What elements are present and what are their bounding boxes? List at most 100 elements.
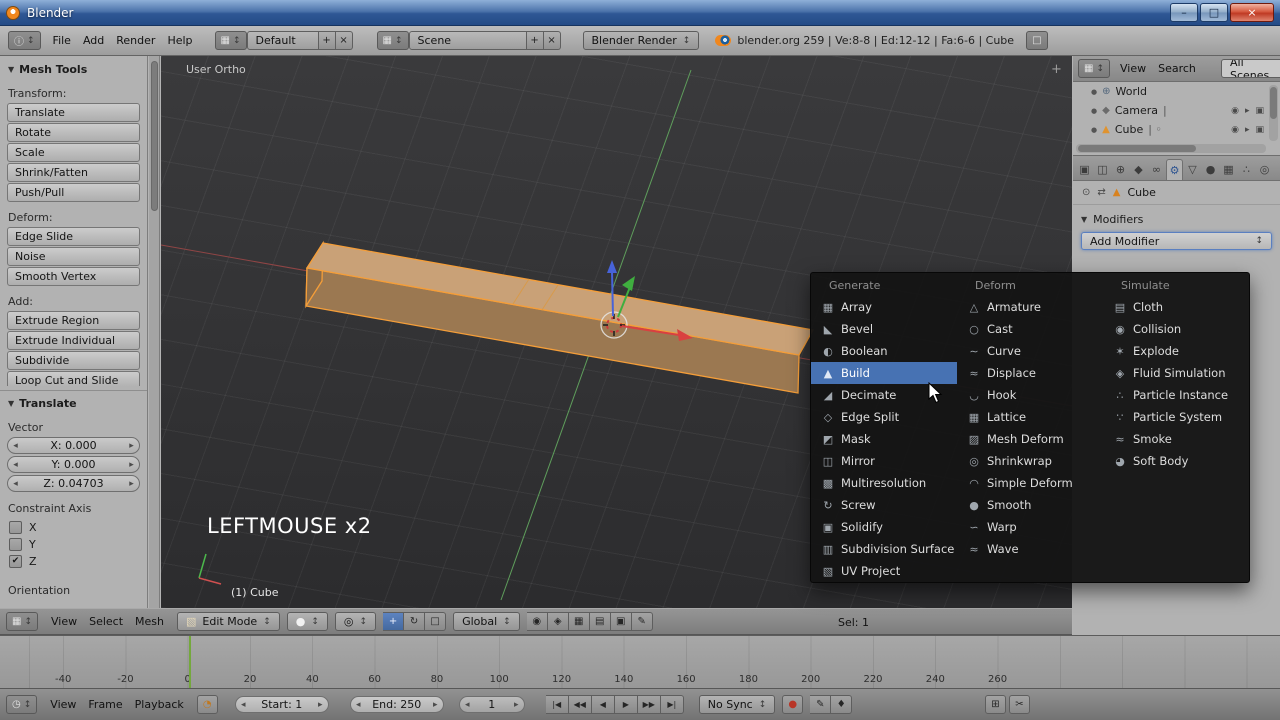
- mesh-tools-panel-header[interactable]: ▼ Mesh Tools: [0, 58, 147, 79]
- screen-browse-button[interactable]: ▦ ↕: [214, 31, 247, 50]
- copy-screen-button[interactable]: ⊞: [985, 695, 1006, 714]
- outliner-item-camera[interactable]: ● ◆ Camera | ◉ ▸ ▣: [1073, 101, 1280, 120]
- constraint-axis-z[interactable]: ✔ Z: [9, 555, 138, 568]
- preview-range-button[interactable]: ◔: [196, 695, 218, 714]
- menu-item-displace[interactable]: ≈ Displace: [957, 362, 1103, 384]
- sync-dropdown[interactable]: No Sync ↕: [698, 695, 776, 714]
- menu-item-curve[interactable]: ∼ Curve: [957, 340, 1103, 362]
- tool-button[interactable]: Extrude Individual: [7, 331, 140, 350]
- restrict-select-icon[interactable]: ▸: [1245, 106, 1250, 116]
- increment-icon[interactable]: ▸: [313, 700, 328, 710]
- restrict-visibility-icon[interactable]: ◉: [1231, 106, 1239, 116]
- shading-dropdown[interactable]: ● ↕: [286, 612, 328, 631]
- menu-item-build[interactable]: ▲ Build: [811, 362, 957, 384]
- menu[interactable]: Mesh: [129, 615, 170, 628]
- outliner-item-cube[interactable]: ● ▲ Cube | ◦ ◉ ▸ ▣: [1073, 120, 1280, 139]
- occlude-geometry-button[interactable]: ▤: [589, 612, 611, 631]
- increment-icon[interactable]: ▸: [124, 460, 139, 470]
- tool-button[interactable]: Push/Pull: [7, 183, 140, 202]
- play-reverse-button[interactable]: ◀: [591, 695, 615, 714]
- scene-add-button[interactable]: +: [526, 31, 544, 50]
- menu[interactable]: Search: [1152, 62, 1202, 75]
- scene-delete-button[interactable]: ×: [543, 31, 561, 50]
- increment-icon[interactable]: ▸: [124, 479, 139, 489]
- tool-button[interactable]: Extrude Region: [7, 311, 140, 330]
- menu-item-bevel[interactable]: ◣ Bevel: [811, 318, 957, 340]
- window-duplicate-button[interactable]: □: [1026, 31, 1048, 50]
- editor-type-button[interactable]: ▦ ↕: [1078, 59, 1110, 78]
- menu-item-particle-system[interactable]: ∵ Particle System: [1103, 406, 1249, 428]
- menu[interactable]: Frame: [82, 698, 128, 711]
- menu-item-edge-split[interactable]: ◇ Edge Split: [811, 406, 957, 428]
- increment-icon[interactable]: ▸: [428, 700, 443, 710]
- render-opengl-button[interactable]: ▣: [610, 612, 632, 631]
- tool-button[interactable]: Loop Cut and Slide: [7, 371, 140, 386]
- mode-dropdown[interactable]: ▧ Edit Mode ↕: [177, 612, 280, 631]
- tool-button[interactable]: Edge Slide: [7, 227, 140, 246]
- restrict-render-icon[interactable]: ▣: [1255, 106, 1264, 116]
- menu-item-cloth[interactable]: ▤ Cloth: [1103, 296, 1249, 318]
- restrict-render-icon[interactable]: ▣: [1255, 125, 1264, 135]
- expand-icon[interactable]: ●: [1091, 107, 1097, 115]
- render-opengl-anim-button[interactable]: ✎: [631, 612, 653, 631]
- menu-item-particle-instance[interactable]: ∴ Particle Instance: [1103, 384, 1249, 406]
- next-keyframe-button[interactable]: ▶▶: [637, 695, 661, 714]
- screen-add-button[interactable]: +: [318, 31, 336, 50]
- menu-item-hook[interactable]: ◡ Hook: [957, 384, 1103, 406]
- menu-item-boolean[interactable]: ◐ Boolean: [811, 340, 957, 362]
- restrict-visibility-icon[interactable]: ◉: [1231, 125, 1239, 135]
- scene-name-field[interactable]: Scene: [408, 31, 527, 50]
- render-tab[interactable]: ▣: [1076, 159, 1093, 180]
- pivot-dropdown[interactable]: ◎ ↕: [334, 612, 377, 631]
- vector-x-field[interactable]: ◂ X: 0.000 ▸: [7, 437, 140, 454]
- decrement-icon[interactable]: ◂: [8, 479, 23, 489]
- insert-keyframe-button[interactable]: ♦: [831, 695, 853, 714]
- scrollbar-thumb[interactable]: [1270, 87, 1277, 119]
- menu-item-wave[interactable]: ≈ Wave: [957, 538, 1103, 560]
- menu-item-shrinkwrap[interactable]: ◎ Shrinkwrap: [957, 450, 1103, 472]
- scene-browse-button[interactable]: ▦ ↕: [376, 31, 409, 50]
- menu-item-warp[interactable]: ∽ Warp: [957, 516, 1103, 538]
- menu-item-explode[interactable]: ✶ Explode: [1103, 340, 1249, 362]
- operator-panel-header[interactable]: ▼ Translate: [0, 390, 147, 413]
- menu-item-mask[interactable]: ◩ Mask: [811, 428, 957, 450]
- manipulator-scale-button[interactable]: □: [425, 612, 447, 631]
- end-frame-field[interactable]: ◂ End: 250 ▸: [349, 696, 444, 713]
- auto-keyframe-record-button[interactable]: ●: [782, 695, 804, 714]
- current-frame-playhead[interactable]: [189, 636, 191, 688]
- menu[interactable]: View: [1114, 62, 1152, 75]
- jump-to-start-button[interactable]: |◀: [545, 695, 569, 714]
- tool-button[interactable]: Scale: [7, 143, 140, 162]
- scrollbar-thumb[interactable]: [151, 61, 158, 211]
- material-tab[interactable]: ●: [1202, 159, 1219, 180]
- particles-tab[interactable]: ∴: [1238, 159, 1255, 180]
- expand-icon[interactable]: ●: [1091, 88, 1097, 96]
- menu[interactable]: Playback: [129, 698, 190, 711]
- menu[interactable]: View: [44, 698, 82, 711]
- decrement-icon[interactable]: ◂: [8, 460, 23, 470]
- decrement-icon[interactable]: ◂: [236, 700, 251, 710]
- window-titlebar[interactable]: Blender – □ ×: [0, 0, 1280, 26]
- menu-item-decimate[interactable]: ◢ Decimate: [811, 384, 957, 406]
- scrollbar-thumb[interactable]: [1078, 145, 1196, 152]
- tool-button[interactable]: Subdivide: [7, 351, 140, 370]
- object-data-tab[interactable]: ▽: [1184, 159, 1201, 180]
- increment-icon[interactable]: ▸: [124, 441, 139, 451]
- modifiers-tab[interactable]: ⚙: [1166, 159, 1183, 180]
- outliner-item-world[interactable]: ● ⊕ World: [1073, 82, 1280, 101]
- timeline-ruler[interactable]: -40 -20 0 20 40 60 80 100 120 140 160 180 200 220 240 2…: [0, 635, 1280, 688]
- play-button[interactable]: ▶: [614, 695, 638, 714]
- tool-button[interactable]: Smooth Vertex: [7, 267, 140, 286]
- physics-tab[interactable]: ◎: [1256, 159, 1273, 180]
- editor-type-button[interactable]: ◷ ↕: [6, 695, 38, 714]
- world-tab[interactable]: ⊕: [1112, 159, 1129, 180]
- menu-item-armature[interactable]: △ Armature: [957, 296, 1103, 318]
- menu-item-lattice[interactable]: ▦ Lattice: [957, 406, 1103, 428]
- menu-item-subdivision-surface[interactable]: ▥ Subdivision Surface: [811, 538, 957, 560]
- menu-item-soft-body[interactable]: ◕ Soft Body: [1103, 450, 1249, 472]
- jump-to-end-button[interactable]: ▶|: [660, 695, 684, 714]
- snap-element-button[interactable]: ▦: [568, 612, 590, 631]
- expand-icon[interactable]: ●: [1091, 126, 1097, 134]
- manipulator-rotate-button[interactable]: ↻: [404, 612, 426, 631]
- increment-icon[interactable]: ▸: [509, 700, 524, 710]
